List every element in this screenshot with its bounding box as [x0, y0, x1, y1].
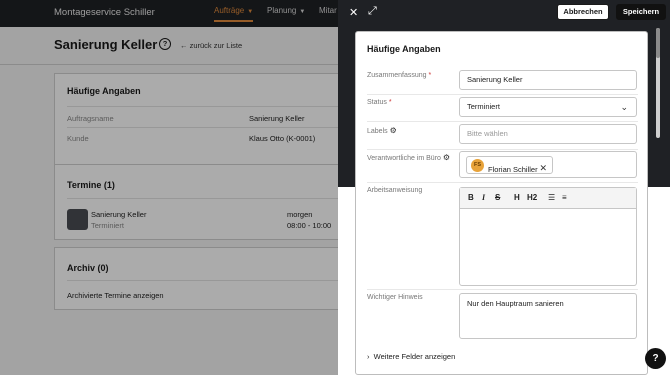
summary-input[interactable]: Sanierung Keller: [459, 70, 637, 90]
gear-icon[interactable]: ⚙: [443, 153, 450, 162]
divider: [367, 149, 638, 150]
remove-icon[interactable]: ✕: [539, 159, 547, 177]
status-select[interactable]: Terminiert ⌄: [459, 97, 637, 117]
divider: [367, 289, 638, 290]
status-label: Status *: [367, 99, 392, 106]
divider: [367, 94, 638, 95]
assignee-chip: FS Florian Schiller ✕: [466, 156, 553, 174]
numbered-list-icon[interactable]: ≡: [562, 193, 567, 202]
divider: [367, 182, 638, 183]
edit-form: Häufige Angaben Zusammenfassung * Sanieru…: [355, 31, 648, 375]
strikethrough-button[interactable]: S: [495, 193, 500, 202]
heading2-button[interactable]: H2: [527, 193, 537, 202]
instructions-label: Arbeitsanweisung: [367, 187, 423, 194]
chevron-down-icon: ⌄: [620, 102, 628, 112]
close-icon[interactable]: ✕: [349, 6, 358, 19]
labels-label: Labels ⚙: [367, 126, 397, 135]
editor-toolbar: B I S H H2 ☰ ≡: [460, 188, 636, 209]
scrollbar[interactable]: [656, 28, 660, 138]
bold-button[interactable]: B: [468, 193, 474, 202]
cancel-button[interactable]: Abbrechen: [557, 4, 609, 20]
notice-textarea[interactable]: Nur den Hauptraum sanieren: [459, 293, 637, 339]
assignee-name: Florian Schiller: [488, 165, 538, 174]
avatar: FS: [471, 159, 484, 172]
form-title: Häufige Angaben: [367, 44, 441, 54]
italic-button[interactable]: I: [482, 193, 485, 202]
scroll-thumb[interactable]: [656, 28, 660, 58]
bulleted-list-icon[interactable]: ☰: [548, 193, 555, 202]
heading-button[interactable]: H: [514, 193, 520, 202]
gear-icon[interactable]: ⚙: [390, 126, 397, 135]
chevron-right-icon: ›: [367, 352, 374, 361]
labels-select[interactable]: Bitte wählen: [459, 124, 637, 144]
help-button[interactable]: ?: [645, 348, 666, 369]
notice-label: Wichtiger Hinweis: [367, 294, 423, 301]
responsible-select[interactable]: FS Florian Schiller ✕: [459, 151, 637, 178]
show-more-fields-link[interactable]: › Weitere Felder anzeigen: [367, 352, 455, 361]
divider: [367, 121, 638, 122]
expand-icon[interactable]: ⤢: [368, 5, 377, 18]
responsible-label: Verantwortliche im Büro ⚙: [367, 153, 451, 162]
summary-label: Zusammenfassung *: [367, 72, 432, 79]
save-button[interactable]: Speichern: [616, 4, 666, 20]
instructions-editor[interactable]: B I S H H2 ☰ ≡: [459, 187, 637, 286]
